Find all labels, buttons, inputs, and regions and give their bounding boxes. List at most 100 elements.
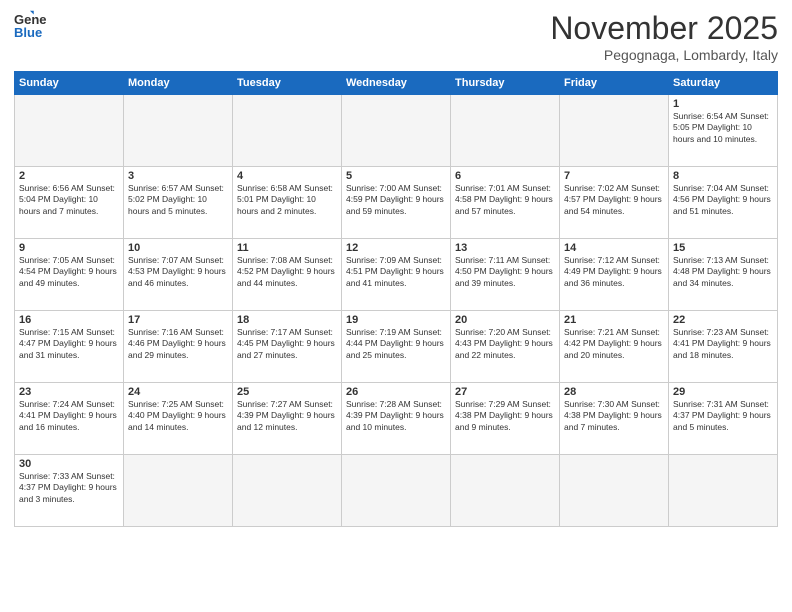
day-number: 12 xyxy=(346,242,446,254)
calendar-cell xyxy=(669,455,778,527)
day-info: Sunrise: 7:27 AM Sunset: 4:39 PM Dayligh… xyxy=(237,399,337,433)
calendar-cell: 3Sunrise: 6:57 AM Sunset: 5:02 PM Daylig… xyxy=(124,167,233,239)
weekday-header-saturday: Saturday xyxy=(669,72,778,95)
calendar-week-4: 16Sunrise: 7:15 AM Sunset: 4:47 PM Dayli… xyxy=(15,311,778,383)
day-number: 13 xyxy=(455,242,555,254)
day-info: Sunrise: 7:09 AM Sunset: 4:51 PM Dayligh… xyxy=(346,255,446,289)
calendar-week-3: 9Sunrise: 7:05 AM Sunset: 4:54 PM Daylig… xyxy=(15,239,778,311)
day-info: Sunrise: 7:28 AM Sunset: 4:39 PM Dayligh… xyxy=(346,399,446,433)
calendar-cell: 8Sunrise: 7:04 AM Sunset: 4:56 PM Daylig… xyxy=(669,167,778,239)
day-info: Sunrise: 7:15 AM Sunset: 4:47 PM Dayligh… xyxy=(19,327,119,361)
day-number: 27 xyxy=(455,386,555,398)
day-number: 30 xyxy=(19,458,119,470)
day-number: 15 xyxy=(673,242,773,254)
day-info: Sunrise: 7:33 AM Sunset: 4:37 PM Dayligh… xyxy=(19,471,119,505)
day-info: Sunrise: 7:20 AM Sunset: 4:43 PM Dayligh… xyxy=(455,327,555,361)
calendar-cell xyxy=(560,455,669,527)
day-number: 17 xyxy=(128,314,228,326)
day-number: 22 xyxy=(673,314,773,326)
day-info: Sunrise: 7:24 AM Sunset: 4:41 PM Dayligh… xyxy=(19,399,119,433)
logo: General Blue xyxy=(14,10,46,38)
weekday-header-monday: Monday xyxy=(124,72,233,95)
calendar-cell: 1Sunrise: 6:54 AM Sunset: 5:05 PM Daylig… xyxy=(669,95,778,167)
calendar-cell xyxy=(451,95,560,167)
day-number: 19 xyxy=(346,314,446,326)
day-info: Sunrise: 7:31 AM Sunset: 4:37 PM Dayligh… xyxy=(673,399,773,433)
day-info: Sunrise: 7:00 AM Sunset: 4:59 PM Dayligh… xyxy=(346,183,446,217)
calendar-cell: 5Sunrise: 7:00 AM Sunset: 4:59 PM Daylig… xyxy=(342,167,451,239)
weekday-header-thursday: Thursday xyxy=(451,72,560,95)
calendar-cell: 30Sunrise: 7:33 AM Sunset: 4:37 PM Dayli… xyxy=(15,455,124,527)
calendar-cell: 9Sunrise: 7:05 AM Sunset: 4:54 PM Daylig… xyxy=(15,239,124,311)
day-info: Sunrise: 7:30 AM Sunset: 4:38 PM Dayligh… xyxy=(564,399,664,433)
month-title: November 2025 xyxy=(550,10,778,47)
day-number: 9 xyxy=(19,242,119,254)
calendar-cell xyxy=(233,95,342,167)
calendar-page: General Blue November 2025 Pegognaga, Lo… xyxy=(0,0,792,612)
day-info: Sunrise: 7:01 AM Sunset: 4:58 PM Dayligh… xyxy=(455,183,555,217)
calendar-cell: 23Sunrise: 7:24 AM Sunset: 4:41 PM Dayli… xyxy=(15,383,124,455)
calendar-cell: 25Sunrise: 7:27 AM Sunset: 4:39 PM Dayli… xyxy=(233,383,342,455)
day-info: Sunrise: 7:13 AM Sunset: 4:48 PM Dayligh… xyxy=(673,255,773,289)
day-number: 24 xyxy=(128,386,228,398)
subtitle: Pegognaga, Lombardy, Italy xyxy=(550,47,778,63)
calendar-cell: 6Sunrise: 7:01 AM Sunset: 4:58 PM Daylig… xyxy=(451,167,560,239)
day-info: Sunrise: 7:21 AM Sunset: 4:42 PM Dayligh… xyxy=(564,327,664,361)
calendar-cell: 21Sunrise: 7:21 AM Sunset: 4:42 PM Dayli… xyxy=(560,311,669,383)
day-info: Sunrise: 7:05 AM Sunset: 4:54 PM Dayligh… xyxy=(19,255,119,289)
header: General Blue November 2025 Pegognaga, Lo… xyxy=(14,10,778,63)
calendar-cell: 20Sunrise: 7:20 AM Sunset: 4:43 PM Dayli… xyxy=(451,311,560,383)
calendar-cell: 11Sunrise: 7:08 AM Sunset: 4:52 PM Dayli… xyxy=(233,239,342,311)
calendar-cell: 19Sunrise: 7:19 AM Sunset: 4:44 PM Dayli… xyxy=(342,311,451,383)
calendar-cell: 27Sunrise: 7:29 AM Sunset: 4:38 PM Dayli… xyxy=(451,383,560,455)
day-number: 25 xyxy=(237,386,337,398)
day-info: Sunrise: 6:57 AM Sunset: 5:02 PM Dayligh… xyxy=(128,183,228,217)
calendar-cell: 7Sunrise: 7:02 AM Sunset: 4:57 PM Daylig… xyxy=(560,167,669,239)
calendar-week-6: 30Sunrise: 7:33 AM Sunset: 4:37 PM Dayli… xyxy=(15,455,778,527)
day-number: 21 xyxy=(564,314,664,326)
calendar-cell: 18Sunrise: 7:17 AM Sunset: 4:45 PM Dayli… xyxy=(233,311,342,383)
day-info: Sunrise: 7:08 AM Sunset: 4:52 PM Dayligh… xyxy=(237,255,337,289)
weekday-header-wednesday: Wednesday xyxy=(342,72,451,95)
title-block: November 2025 Pegognaga, Lombardy, Italy xyxy=(550,10,778,63)
day-number: 29 xyxy=(673,386,773,398)
weekday-header-row: SundayMondayTuesdayWednesdayThursdayFrid… xyxy=(15,72,778,95)
calendar-cell: 22Sunrise: 7:23 AM Sunset: 4:41 PM Dayli… xyxy=(669,311,778,383)
day-number: 4 xyxy=(237,170,337,182)
calendar-cell xyxy=(15,95,124,167)
calendar-cell xyxy=(560,95,669,167)
day-info: Sunrise: 7:23 AM Sunset: 4:41 PM Dayligh… xyxy=(673,327,773,361)
day-info: Sunrise: 7:02 AM Sunset: 4:57 PM Dayligh… xyxy=(564,183,664,217)
day-number: 5 xyxy=(346,170,446,182)
day-info: Sunrise: 7:12 AM Sunset: 4:49 PM Dayligh… xyxy=(564,255,664,289)
day-number: 18 xyxy=(237,314,337,326)
calendar-week-5: 23Sunrise: 7:24 AM Sunset: 4:41 PM Dayli… xyxy=(15,383,778,455)
calendar-cell: 24Sunrise: 7:25 AM Sunset: 4:40 PM Dayli… xyxy=(124,383,233,455)
calendar-cell: 28Sunrise: 7:30 AM Sunset: 4:38 PM Dayli… xyxy=(560,383,669,455)
day-number: 10 xyxy=(128,242,228,254)
logo-icon: General Blue xyxy=(14,10,46,38)
calendar-cell: 29Sunrise: 7:31 AM Sunset: 4:37 PM Dayli… xyxy=(669,383,778,455)
day-number: 11 xyxy=(237,242,337,254)
day-info: Sunrise: 7:17 AM Sunset: 4:45 PM Dayligh… xyxy=(237,327,337,361)
day-number: 2 xyxy=(19,170,119,182)
calendar-cell: 13Sunrise: 7:11 AM Sunset: 4:50 PM Dayli… xyxy=(451,239,560,311)
day-info: Sunrise: 7:19 AM Sunset: 4:44 PM Dayligh… xyxy=(346,327,446,361)
weekday-header-sunday: Sunday xyxy=(15,72,124,95)
day-number: 28 xyxy=(564,386,664,398)
svg-text:Blue: Blue xyxy=(14,25,42,38)
weekday-header-tuesday: Tuesday xyxy=(233,72,342,95)
day-number: 26 xyxy=(346,386,446,398)
calendar-cell: 26Sunrise: 7:28 AM Sunset: 4:39 PM Dayli… xyxy=(342,383,451,455)
day-info: Sunrise: 6:58 AM Sunset: 5:01 PM Dayligh… xyxy=(237,183,337,217)
calendar-cell: 15Sunrise: 7:13 AM Sunset: 4:48 PM Dayli… xyxy=(669,239,778,311)
calendar-cell xyxy=(342,455,451,527)
day-number: 14 xyxy=(564,242,664,254)
day-number: 8 xyxy=(673,170,773,182)
day-info: Sunrise: 7:07 AM Sunset: 4:53 PM Dayligh… xyxy=(128,255,228,289)
calendar-cell: 14Sunrise: 7:12 AM Sunset: 4:49 PM Dayli… xyxy=(560,239,669,311)
calendar-week-1: 1Sunrise: 6:54 AM Sunset: 5:05 PM Daylig… xyxy=(15,95,778,167)
calendar-cell: 16Sunrise: 7:15 AM Sunset: 4:47 PM Dayli… xyxy=(15,311,124,383)
day-number: 3 xyxy=(128,170,228,182)
calendar-week-2: 2Sunrise: 6:56 AM Sunset: 5:04 PM Daylig… xyxy=(15,167,778,239)
